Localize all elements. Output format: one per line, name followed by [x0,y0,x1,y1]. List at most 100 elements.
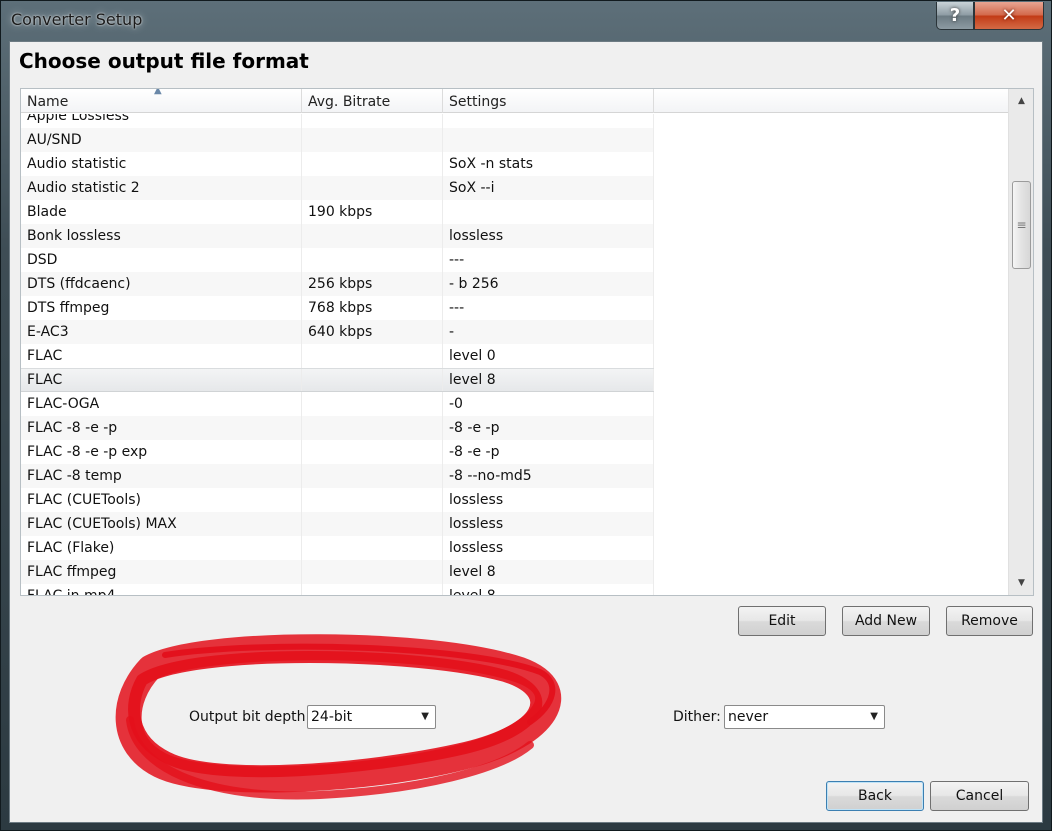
cell-name: FLAC (Flake) [21,536,302,560]
column-header-name[interactable]: Name ▲ [21,89,302,113]
cell-bitrate [302,512,443,536]
cell-settings: -8 --no-md5 [443,464,654,488]
remove-button[interactable]: Remove [946,606,1033,636]
cell-name: Audio statistic 2 [21,176,302,200]
cell-settings [443,128,654,152]
table-row[interactable]: Audio statistic 2 SoX --i [21,176,654,200]
cell-bitrate [302,369,443,391]
column-header-settings[interactable]: Settings [443,89,654,113]
window-title: Converter Setup [11,10,143,29]
cancel-button[interactable]: Cancel [930,781,1029,811]
dither-label: Dither: [673,709,721,725]
cell-name: FLAC -8 temp [21,464,302,488]
cell-settings: lossless [443,536,654,560]
cell-name: Audio statistic [21,152,302,176]
help-icon: ? [949,5,961,26]
close-icon: ✕ [1001,5,1017,26]
list-body: Apple Lossless AU/SND Audio statistic SoX -… [21,114,1008,595]
cell-bitrate [302,416,443,440]
cell-name: DTS (ffdcaenc) [21,272,302,296]
cell-name: AU/SND [21,128,302,152]
table-row[interactable]: Bonk lossless lossless [21,224,654,248]
dither-select[interactable]: never ▼ [724,705,885,729]
table-row[interactable]: Apple Lossless [21,114,654,128]
cell-name: FLAC (CUETools) MAX [21,512,302,536]
cell-bitrate [302,152,443,176]
cell-bitrate: 256 kbps [302,272,443,296]
add-new-button[interactable]: Add New [842,606,930,636]
cell-settings [443,200,654,224]
table-row[interactable]: FLAC -8 -e -p -8 -e -p [21,416,654,440]
cell-settings [443,114,654,128]
table-row[interactable]: DTS (ffdcaenc) 256 kbps - b 256 [21,272,654,296]
cell-bitrate [302,584,443,595]
table-row[interactable]: FLAC (Flake) lossless [21,536,654,560]
dither-value: never [728,709,769,725]
edit-button[interactable]: Edit [738,606,826,636]
chevron-down-icon: ▼ [870,711,878,722]
table-row[interactable]: AU/SND [21,128,654,152]
column-label-name: Name [27,94,69,110]
table-row[interactable]: E-AC3 640 kbps - [21,320,654,344]
cell-settings: --- [443,248,654,272]
dialog-client-area: Choose output file format Name ▲ Avg. Bi… [9,41,1043,823]
cell-bitrate [302,248,443,272]
cell-name: DSD [21,248,302,272]
output-bit-depth-value: 24-bit [311,709,353,725]
cell-settings: -8 -e -p [443,416,654,440]
cell-settings: level 0 [443,344,654,368]
chevron-down-icon: ▼ [421,711,429,722]
cell-name: FLAC (CUETools) [21,488,302,512]
close-button[interactable]: ✕ [974,2,1044,30]
cell-bitrate [302,560,443,584]
table-row[interactable]: FLAC level 0 [21,344,654,368]
table-row[interactable]: FLAC level 8 [21,368,654,392]
scroll-down-arrow-icon[interactable]: ▼ [1009,573,1033,593]
table-row[interactable]: FLAC-OGA -0 [21,392,654,416]
cell-bitrate [302,536,443,560]
cell-settings: -0 [443,392,654,416]
cell-name: FLAC in mp4 [21,584,302,595]
cell-settings: -8 -e -p [443,440,654,464]
vertical-scrollbar[interactable]: ▲ ≡ ▼ [1008,89,1033,595]
cell-settings: SoX --i [443,176,654,200]
list-rows: Apple Lossless AU/SND Audio statistic SoX -… [21,114,654,595]
table-row[interactable]: Blade 190 kbps [21,200,654,224]
output-bit-depth-select[interactable]: 24-bit ▼ [307,705,436,729]
format-list[interactable]: Name ▲ Avg. Bitrate Settings Apple Lossl… [20,88,1034,596]
back-button[interactable]: Back [826,781,924,811]
cell-settings: --- [443,296,654,320]
title-bar[interactable]: Converter Setup ? ✕ [1,1,1051,41]
scroll-thumb[interactable]: ≡ [1012,181,1031,269]
cell-bitrate [302,392,443,416]
cell-bitrate [302,464,443,488]
table-row[interactable]: DTS ffmpeg 768 kbps --- [21,296,654,320]
cell-name: Apple Lossless [21,114,302,128]
cell-name: FLAC -8 -e -p [21,416,302,440]
cell-name: FLAC [21,344,302,368]
help-button[interactable]: ? [936,2,974,30]
table-row[interactable]: FLAC ffmpeg level 8 [21,560,654,584]
output-bit-depth-label: Output bit depth: [189,709,311,725]
table-row[interactable]: FLAC -8 -e -p exp -8 -e -p [21,440,654,464]
column-header-bitrate[interactable]: Avg. Bitrate [302,89,443,113]
cell-bitrate [302,224,443,248]
cell-bitrate: 190 kbps [302,200,443,224]
cell-name: FLAC-OGA [21,392,302,416]
table-row[interactable]: FLAC -8 temp -8 --no-md5 [21,464,654,488]
cell-settings: SoX -n stats [443,152,654,176]
column-label-settings: Settings [449,94,507,110]
cell-bitrate: 640 kbps [302,320,443,344]
cell-bitrate [302,176,443,200]
table-row[interactable]: FLAC (CUETools) lossless [21,488,654,512]
cell-settings: level 8 [443,560,654,584]
cell-name: FLAC [21,369,302,391]
cell-settings: lossless [443,488,654,512]
table-row[interactable]: FLAC (CUETools) MAX lossless [21,512,654,536]
table-row[interactable]: Audio statistic SoX -n stats [21,152,654,176]
cell-name: E-AC3 [21,320,302,344]
table-row[interactable]: DSD --- [21,248,654,272]
table-row[interactable]: FLAC in mp4 level 8 [21,584,654,595]
cell-name: Bonk lossless [21,224,302,248]
scroll-up-arrow-icon[interactable]: ▲ [1009,91,1033,111]
